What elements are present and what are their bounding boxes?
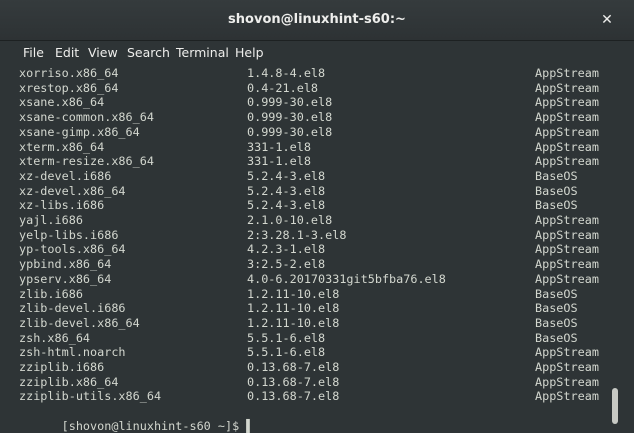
package-name: yelp-libs.i686 [19, 227, 119, 242]
menu-file[interactable]: File [23, 41, 44, 64]
package-version: 0.999-30.el8 [247, 124, 333, 139]
package-version: 1.2.11-10.el8 [247, 301, 340, 316]
package-version: 1.2.11-10.el8 [247, 286, 340, 301]
package-repo: BaseOS [535, 330, 578, 345]
package-version: 3:2.5-2.el8 [247, 257, 326, 272]
package-repo: BaseOS [535, 198, 578, 213]
package-name: xz-devel.x86_64 [19, 183, 126, 198]
package-version: 5.5.1-6.el8 [247, 330, 326, 345]
package-repo: AppStream [535, 389, 599, 404]
package-repo: AppStream [535, 139, 599, 154]
package-version: 5.2.4-3.el8 [247, 168, 326, 183]
window-title: shovon@linuxhint-s60:~ [228, 12, 406, 27]
package-repo: BaseOS [535, 315, 578, 330]
close-icon[interactable]: ✕ [598, 11, 616, 29]
package-version: 331-1.el8 [247, 154, 311, 169]
text-cursor: ▌ [246, 419, 254, 433]
package-version: 1.4.8-4.el8 [247, 66, 326, 80]
package-name: xrestop.x86_64 [19, 80, 119, 95]
package-version: 2:3.28.1-3.el8 [247, 227, 347, 242]
menu-search[interactable]: Search [127, 41, 170, 64]
package-version: 0.13.68-7.el8 [247, 389, 340, 404]
package-name: zlib-devel.x86_64 [19, 315, 140, 330]
package-repo: AppStream [535, 154, 599, 169]
package-name: xsane-common.x86_64 [19, 110, 154, 125]
menu-help[interactable]: Help [235, 41, 264, 64]
shell-prompt: [shovon@linuxhint-s60 ~]$ [61, 419, 247, 433]
package-version: 5.5.1-6.el8 [247, 345, 326, 360]
package-name: xsane.x86_64 [19, 95, 105, 110]
package-version: 0.13.68-7.el8 [247, 360, 340, 374]
package-repo: AppStream [535, 374, 599, 389]
package-name: zziplib-utils.x86_64 [19, 389, 162, 404]
shell-prompt-line: [shovon@linuxhint-s60 ~]$ ▌ [19, 404, 254, 433]
package-repo: AppStream [535, 124, 599, 139]
package-name: xterm.x86_64 [19, 139, 105, 154]
package-name: zlib.i686 [19, 286, 83, 301]
package-version: 4.0-6.20170331git5bfba76.el8 [247, 271, 446, 286]
package-repo: BaseOS [535, 286, 578, 301]
package-version: 1.2.11-10.el8 [247, 315, 340, 330]
package-repo: AppStream [535, 213, 599, 227]
package-version: 5.2.4-3.el8 [247, 183, 326, 198]
package-name: xz-devel.i686 [19, 168, 112, 183]
terminal-window: shovon@linuxhint-s60:~ ✕ File Edit View … [0, 0, 634, 433]
package-repo: AppStream [535, 80, 599, 95]
title-bar[interactable]: shovon@linuxhint-s60:~ ✕ [0, 0, 634, 41]
package-version: 4.2.3-1.el8 [247, 242, 326, 257]
scrollbar-thumb[interactable] [612, 388, 618, 424]
package-name: zsh-html.noarch [19, 345, 126, 360]
package-repo: BaseOS [535, 301, 578, 316]
package-name: yajl.i686 [19, 213, 83, 227]
package-repo: AppStream [535, 271, 599, 286]
package-name: zsh.x86_64 [19, 330, 91, 345]
package-repo: AppStream [535, 66, 599, 80]
terminal-output[interactable]: xorriso.x86_64 1.4.8-4.el8 AppStream xresto… [0, 64, 634, 433]
package-repo: AppStream [535, 360, 599, 374]
package-name: xterm-resize.x86_64 [19, 154, 154, 169]
package-version: 0.999-30.el8 [247, 95, 333, 110]
package-name: xz-libs.i686 [19, 198, 105, 213]
package-repo: AppStream [535, 95, 599, 110]
package-version: 0.13.68-7.el8 [247, 374, 340, 389]
package-name: xsane-gimp.x86_64 [19, 124, 140, 139]
package-name: xorriso.x86_64 [19, 66, 119, 80]
package-name: zlib-devel.i686 [19, 301, 126, 316]
package-name: ypbind.x86_64 [19, 257, 112, 272]
package-repo: AppStream [535, 110, 599, 125]
package-repo: AppStream [535, 227, 599, 242]
package-name: ypserv.x86_64 [19, 271, 112, 286]
package-name: yp-tools.x86_64 [19, 242, 126, 257]
package-version: 5.2.4-3.el8 [247, 198, 326, 213]
package-repo: AppStream [535, 242, 599, 257]
menu-terminal[interactable]: Terminal [176, 41, 229, 64]
package-repo: BaseOS [535, 168, 578, 183]
package-name: zziplib.i686 [19, 360, 105, 374]
package-version: 2.1.0-10.el8 [247, 213, 333, 227]
menu-edit[interactable]: Edit [55, 41, 79, 64]
package-repo: BaseOS [535, 183, 578, 198]
package-name: zziplib.x86_64 [19, 374, 119, 389]
menu-bar: File Edit View Search Terminal Help [0, 41, 634, 64]
package-version: 0.999-30.el8 [247, 110, 333, 125]
package-version: 0.4-21.el8 [247, 80, 319, 95]
package-version: 331-1.el8 [247, 139, 311, 154]
package-repo: AppStream [535, 257, 599, 272]
package-repo: AppStream [535, 345, 599, 360]
menu-view[interactable]: View [88, 41, 118, 64]
